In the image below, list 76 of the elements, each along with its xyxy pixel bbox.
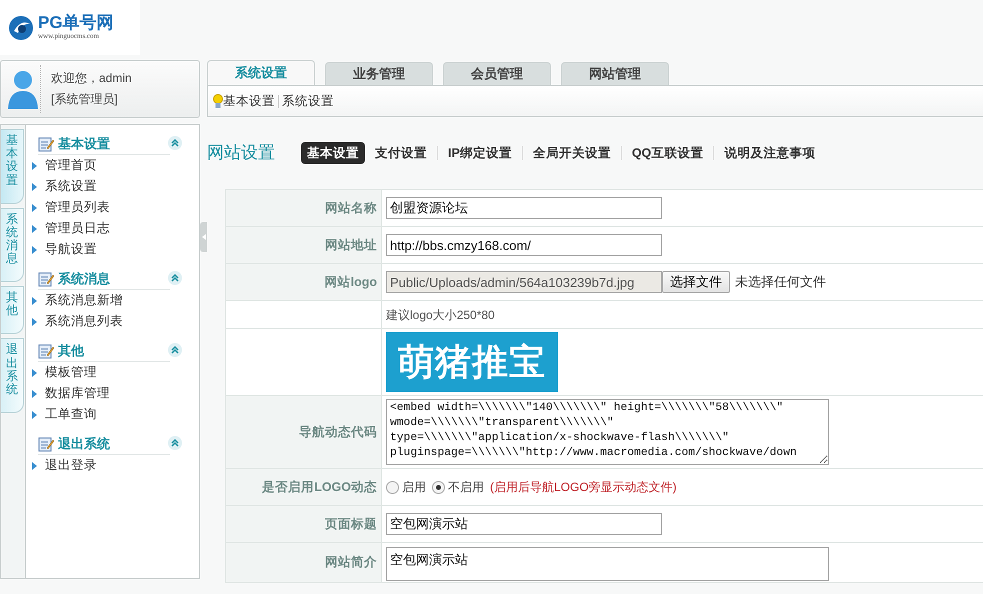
menu-item[interactable]: 工单查询 <box>45 405 97 424</box>
field-label: 网站logo <box>324 274 377 291</box>
triangle-bullet-icon <box>32 462 37 470</box>
welcome-text: 欢迎您，admin <box>51 70 132 87</box>
file-status-text: 未选择任何文件 <box>735 273 826 292</box>
collapse-handle[interactable] <box>200 222 207 252</box>
textarea-field[interactable]: 空包网演示站 <box>386 547 829 581</box>
field-label: 是否启用LOGO动态 <box>262 478 377 496</box>
code-textarea[interactable]: <embed width=\\\\\\\"140\\\\\\\" height=\\\\\\\"58\\\\\\\" wmode=\\\\\\\"transparent\\\\\\\" type=\\\\\\\"application/x-shockwave-flash\\\\\\\" pluginspage=\\\\\\\"http://www.macromedia.com/shockwave/down <box>386 399 829 465</box>
field-label: 网站名称 <box>325 200 377 217</box>
field-label: 网站简介 <box>325 554 377 572</box>
field-label: 页面标题 <box>325 516 377 533</box>
logo-preview: 萌猪推宝 <box>386 332 558 392</box>
breadcrumb-link[interactable]: 基本设置 <box>223 92 275 110</box>
menu-item[interactable]: 退出登录 <box>45 456 97 475</box>
collapse-icon[interactable] <box>168 343 182 357</box>
nav-tab[interactable]: 系统设置 <box>207 60 315 85</box>
menu-item[interactable]: 数据库管理 <box>45 384 110 403</box>
logo-title: PG单号网 <box>38 14 114 31</box>
menu-group-title: 系统消息 <box>58 270 110 288</box>
sub-tab[interactable]: 支付设置 <box>369 142 433 164</box>
notepad-icon <box>38 136 54 152</box>
section-title: 网站设置 <box>207 142 275 164</box>
radio-option[interactable]: 不启用 <box>432 478 484 496</box>
notepad-icon <box>38 342 54 358</box>
user-role: [系统管理员] <box>51 91 119 108</box>
triangle-bullet-icon <box>32 224 37 232</box>
triangle-bullet-icon <box>32 368 37 376</box>
triangle-bullet-icon <box>32 318 37 326</box>
triangle-bullet-icon <box>32 182 37 190</box>
triangle-bullet-icon <box>32 390 37 398</box>
triangle-bullet-icon <box>32 246 37 254</box>
text-input-field[interactable]: 创盟资源论坛 <box>386 197 662 219</box>
arrow-left-icon <box>202 234 206 240</box>
side-tab[interactable]: 其他 <box>1 286 24 334</box>
menu-item[interactable]: 管理员列表 <box>45 198 110 217</box>
menu-item[interactable]: 系统设置 <box>45 177 97 196</box>
logo-icon <box>8 14 34 40</box>
menu-item[interactable]: 导航设置 <box>45 240 97 259</box>
user-avatar-icon <box>7 69 39 109</box>
notepad-icon <box>38 436 54 452</box>
breadcrumb-link[interactable]: 系统设置 <box>282 92 334 110</box>
sub-tab[interactable]: IP绑定设置 <box>442 142 518 164</box>
menu-group-title: 其他 <box>58 342 84 360</box>
menu-group-title: 基本设置 <box>58 134 110 153</box>
collapse-icon[interactable] <box>168 136 182 150</box>
triangle-bullet-icon <box>32 296 37 304</box>
lightbulb-icon <box>213 94 223 108</box>
menu-item[interactable]: 系统消息新增 <box>45 291 123 310</box>
nav-tab[interactable]: 业务管理 <box>325 62 433 85</box>
triangle-bullet-icon <box>32 204 37 212</box>
menu-item[interactable]: 系统消息列表 <box>45 312 123 331</box>
sub-tab[interactable]: QQ互联设置 <box>626 142 710 164</box>
sub-tab[interactable]: 说明及注意事项 <box>718 142 822 164</box>
sub-tab[interactable]: 基本设置 <box>301 142 365 164</box>
menu-item[interactable]: 模板管理 <box>45 363 97 382</box>
menu-group-title: 退出系统 <box>58 434 110 453</box>
triangle-bullet-icon <box>32 162 37 170</box>
triangle-bullet-icon <box>32 410 37 418</box>
notepad-icon <box>38 270 54 286</box>
radio-option[interactable]: 启用 <box>386 478 426 496</box>
note-text: (启用后导航LOGO旁显示动态文件) <box>490 479 677 496</box>
nav-tab[interactable]: 网站管理 <box>561 62 669 85</box>
collapse-icon[interactable] <box>168 436 182 450</box>
choose-file-button[interactable]: 选择文件 <box>662 271 730 293</box>
text-input-field[interactable]: http://bbs.cmzy168.com/ <box>386 234 662 256</box>
hint-text: 建议logo大小250*80 <box>386 306 495 324</box>
menu-item[interactable]: 管理首页 <box>45 156 97 175</box>
field-label: 网站地址 <box>325 236 377 254</box>
menu-item[interactable]: 管理员日志 <box>45 219 110 238</box>
file-path-field[interactable]: Public/Uploads/admin/564a103239b7d.jpg <box>386 271 662 293</box>
sub-tab[interactable]: 全局开关设置 <box>526 142 617 164</box>
nav-tab[interactable]: 会员管理 <box>443 62 551 85</box>
field-label: 导航动态代码 <box>299 424 377 441</box>
collapse-icon[interactable] <box>168 271 182 285</box>
text-input-field[interactable]: 空包网演示站 <box>386 513 662 535</box>
